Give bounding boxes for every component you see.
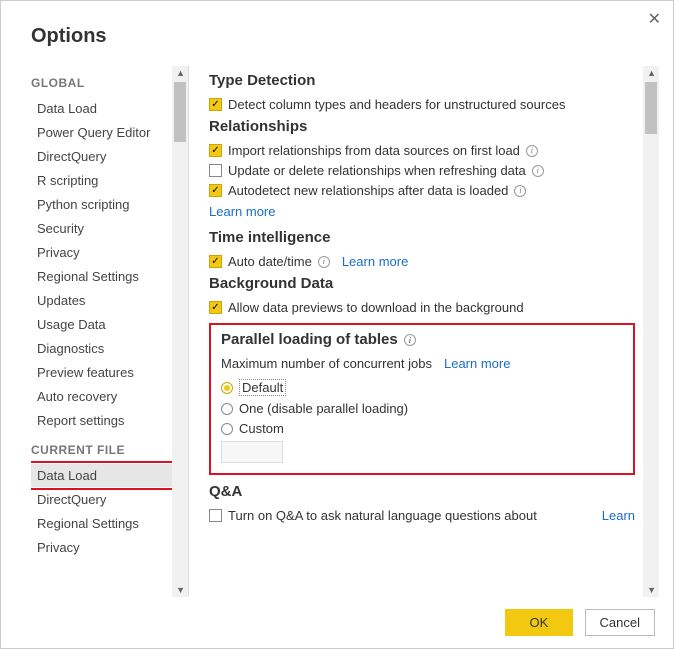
- dialog-footer: OK Cancel: [1, 597, 673, 648]
- nav-global-report-settings[interactable]: Report settings: [31, 409, 188, 432]
- label-radio-one: One (disable parallel loading): [239, 401, 408, 416]
- label-autodetect-rel: Autodetect new relationships after data …: [228, 183, 508, 198]
- checkbox-detect-types[interactable]: [209, 98, 222, 111]
- checkbox-background-preview[interactable]: [209, 301, 222, 314]
- sidebar-scroll-thumb[interactable]: [174, 82, 186, 142]
- custom-jobs-input[interactable]: [221, 441, 283, 463]
- dialog-title: Options: [1, 1, 673, 66]
- label-radio-custom: Custom: [239, 421, 284, 436]
- checkbox-auto-datetime[interactable]: [209, 255, 222, 268]
- checkbox-import-rel[interactable]: [209, 144, 222, 157]
- scroll-up-icon[interactable]: ▲: [176, 68, 185, 78]
- sidebar-scrollbar[interactable]: ▲ ▼: [172, 66, 188, 597]
- checkbox-update-rel[interactable]: [209, 164, 222, 177]
- label-background-preview: Allow data previews to download in the b…: [228, 300, 524, 315]
- nav-global-privacy[interactable]: Privacy: [31, 241, 188, 264]
- sidebar-header-current-file: CURRENT FILE: [31, 433, 188, 463]
- nav-global-preview-features[interactable]: Preview features: [31, 361, 188, 384]
- nav-current-directquery[interactable]: DirectQuery: [31, 488, 188, 511]
- close-button[interactable]: ✕: [648, 9, 661, 29]
- section-relationships: Relationships: [209, 118, 635, 135]
- content-scroll-thumb[interactable]: [645, 82, 657, 134]
- options-dialog: ✕ Options GLOBAL Data Load Power Query E…: [0, 0, 674, 649]
- nav-current-privacy[interactable]: Privacy: [31, 536, 188, 559]
- radio-custom[interactable]: [221, 423, 233, 435]
- label-max-jobs: Maximum number of concurrent jobs: [221, 356, 432, 371]
- section-parallel-loading: Parallel loading of tables: [221, 331, 398, 348]
- checkbox-qna[interactable]: [209, 509, 222, 522]
- label-radio-default: Default: [239, 379, 286, 396]
- radio-one[interactable]: [221, 403, 233, 415]
- nav-global-regional[interactable]: Regional Settings: [31, 265, 188, 288]
- section-qna: Q&A: [209, 483, 635, 500]
- nav-global-security[interactable]: Security: [31, 217, 188, 240]
- info-icon[interactable]: [404, 334, 416, 346]
- scroll-up-icon[interactable]: ▲: [647, 68, 656, 78]
- scroll-down-icon[interactable]: ▼: [176, 585, 185, 595]
- cancel-button[interactable]: Cancel: [585, 609, 655, 636]
- label-qna: Turn on Q&A to ask natural language ques…: [228, 508, 537, 523]
- info-icon[interactable]: [514, 185, 526, 197]
- sidebar: GLOBAL Data Load Power Query Editor Dire…: [31, 66, 189, 597]
- nav-global-auto-recovery[interactable]: Auto recovery: [31, 385, 188, 408]
- radio-default[interactable]: [221, 382, 233, 394]
- section-type-detection: Type Detection: [209, 72, 635, 89]
- nav-global-directquery[interactable]: DirectQuery: [31, 145, 188, 168]
- label-import-rel: Import relationships from data sources o…: [228, 143, 520, 158]
- checkbox-autodetect-rel[interactable]: [209, 184, 222, 197]
- nav-global-python-scripting[interactable]: Python scripting: [31, 193, 188, 216]
- nav-global-usage-data[interactable]: Usage Data: [31, 313, 188, 336]
- link-qna-learn[interactable]: Learn: [602, 508, 635, 523]
- section-time-intelligence: Time intelligence: [209, 229, 635, 246]
- nav-global-r-scripting[interactable]: R scripting: [31, 169, 188, 192]
- link-parallel-learn-more[interactable]: Learn more: [444, 356, 510, 371]
- nav-global-data-load[interactable]: Data Load: [31, 97, 188, 120]
- content-panel: Type Detection Detect column types and h…: [189, 66, 659, 597]
- nav-global-diagnostics[interactable]: Diagnostics: [31, 337, 188, 360]
- scroll-down-icon[interactable]: ▼: [647, 585, 656, 595]
- link-time-learn-more[interactable]: Learn more: [342, 254, 408, 269]
- label-detect-types: Detect column types and headers for unst…: [228, 97, 565, 112]
- label-update-rel: Update or delete relationships when refr…: [228, 163, 526, 178]
- content-scrollbar[interactable]: ▲ ▼: [643, 66, 659, 597]
- info-icon[interactable]: [526, 145, 538, 157]
- ok-button[interactable]: OK: [505, 609, 573, 636]
- label-auto-datetime: Auto date/time: [228, 254, 312, 269]
- nav-current-regional[interactable]: Regional Settings: [31, 512, 188, 535]
- nav-global-updates[interactable]: Updates: [31, 289, 188, 312]
- section-background-data: Background Data: [209, 275, 635, 292]
- nav-global-power-query[interactable]: Power Query Editor: [31, 121, 188, 144]
- sidebar-header-global: GLOBAL: [31, 66, 188, 96]
- parallel-loading-section: Parallel loading of tables Maximum numbe…: [209, 323, 635, 475]
- link-rel-learn-more[interactable]: Learn more: [209, 204, 275, 219]
- info-icon[interactable]: [318, 256, 330, 268]
- info-icon[interactable]: [532, 165, 544, 177]
- nav-current-data-load[interactable]: Data Load: [31, 464, 188, 487]
